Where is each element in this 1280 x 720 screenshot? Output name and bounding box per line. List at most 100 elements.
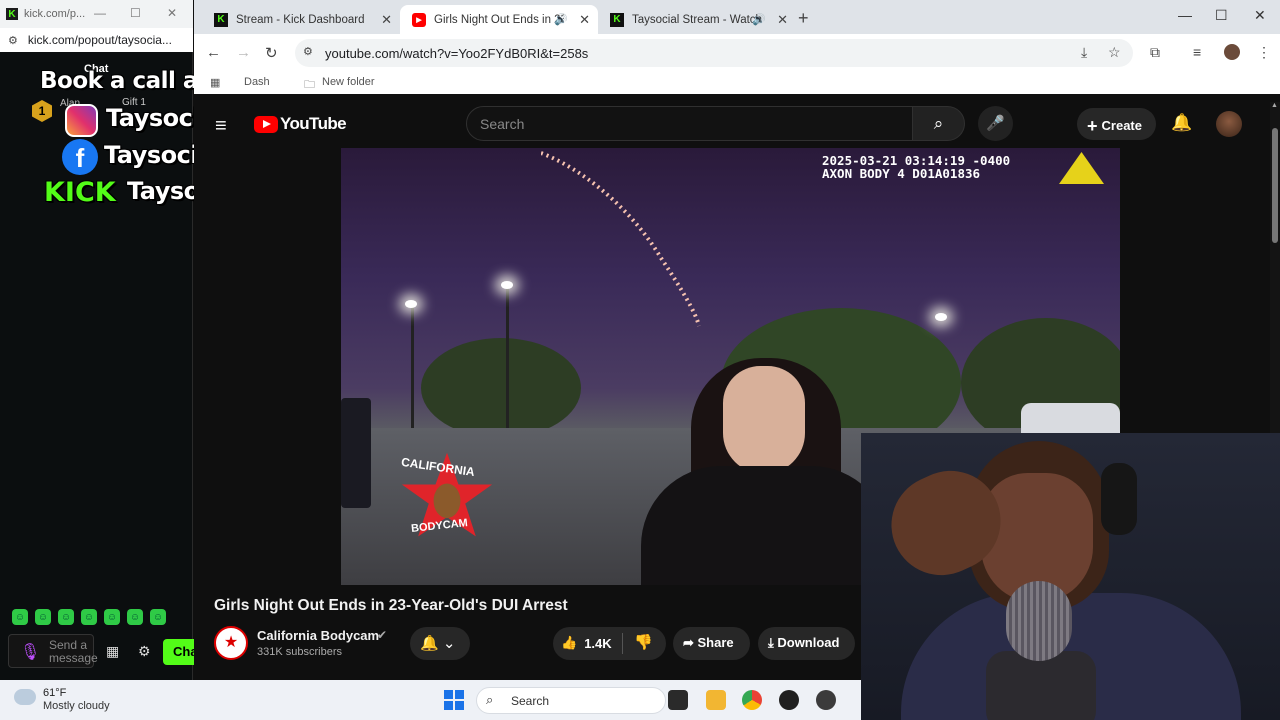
close-icon[interactable]: ✕ xyxy=(167,6,177,20)
folder-icon[interactable]: 🗀 xyxy=(304,76,315,95)
back-arrow-icon[interactable]: ← xyxy=(206,44,221,61)
youtube-logo[interactable]: YouTube xyxy=(254,114,347,134)
street-lamp xyxy=(935,313,947,321)
minimize-icon[interactable]: — xyxy=(94,6,106,20)
close-tab-icon[interactable]: ✕ xyxy=(579,12,590,28)
bodycam-device-id: AXON BODY 4 D01A01836 xyxy=(822,166,981,181)
create-button[interactable]: + Create xyxy=(1077,108,1156,140)
account-avatar[interactable] xyxy=(1216,111,1242,137)
drone-light-trail xyxy=(541,151,701,327)
headphones xyxy=(1101,463,1137,535)
light-pole xyxy=(411,306,414,436)
chevron-down-icon: ⌄ xyxy=(442,635,456,652)
profile-avatar[interactable] xyxy=(1224,44,1240,60)
bodycam-overlay: 2025-03-21 03:14:19 -0400 AXON BODY 4 D0… xyxy=(822,154,1010,180)
microphone xyxy=(1006,581,1072,661)
address-url: youtube.com/watch?v=Yoo2FYdB0RI&t=258s xyxy=(325,45,589,61)
bookmarks-bar: ▦ Dash 🗀 New folder xyxy=(194,72,1280,94)
microphone-icon[interactable]: 🎙 xyxy=(20,642,40,662)
close-icon[interactable]: ✕ xyxy=(1254,7,1266,24)
search-icon[interactable]: ⌕ xyxy=(913,106,965,141)
download-button[interactable]: ⤓ Download xyxy=(758,627,855,660)
like-count: 1.4K xyxy=(584,635,612,651)
gift-icon[interactable]: ▦ xyxy=(106,643,119,660)
bookmark-grid-icon[interactable]: ▦ xyxy=(210,76,220,89)
notifications-bell-icon[interactable]: 🔔 xyxy=(1171,113,1192,133)
voice-search-icon[interactable]: 🎤 xyxy=(978,106,1013,141)
minimize-icon[interactable]: — xyxy=(1178,7,1192,23)
obs-icon[interactable] xyxy=(779,690,799,710)
tab-youtube-video[interactable]: ▶ Girls Night Out Ends in 23- 🔊 ✕ xyxy=(400,5,598,34)
kick-favicon-icon: K xyxy=(6,8,18,20)
app-icon[interactable] xyxy=(816,690,836,710)
weather-conditions[interactable]: Mostly cloudy xyxy=(43,700,110,712)
tab-kick-stream[interactable]: K Taysocial Stream - Watch Li 🔊 ✕ xyxy=(598,5,796,34)
thumbs-up-icon: 👍 xyxy=(561,635,578,650)
youtube-play-icon xyxy=(254,115,278,133)
site-info-icon[interactable]: ⚙ xyxy=(303,45,313,58)
search-input[interactable]: Search xyxy=(466,106,913,141)
emote-icon[interactable]: ☺ xyxy=(35,609,51,625)
audio-playing-icon[interactable]: 🔊 xyxy=(554,13,568,26)
facebook-icon: f xyxy=(62,139,98,175)
task-view-icon[interactable] xyxy=(668,690,688,710)
emote-icon[interactable]: ☺ xyxy=(81,609,97,625)
notifications-subscribe-button[interactable]: 🔔 ⌄ xyxy=(410,627,470,660)
install-app-icon[interactable]: ⤓ xyxy=(1081,44,1087,61)
cast-icon[interactable]: ⧉ xyxy=(1150,44,1160,61)
maximize-icon[interactable]: ☐ xyxy=(1215,7,1228,24)
channel-avatar[interactable]: ★ xyxy=(214,626,248,660)
share-label: Share xyxy=(697,635,734,650)
site-settings-icon[interactable]: ⚙ xyxy=(8,34,18,47)
maximize-icon[interactable]: ☐ xyxy=(130,6,141,20)
emote-bar: ☺ ☺ ☺ ☺ ☺ ☺ ☺ xyxy=(12,609,166,625)
emote-icon[interactable]: ☺ xyxy=(150,609,166,625)
like-button[interactable]: 👍 1.4K xyxy=(561,635,612,651)
new-tab-button[interactable]: + xyxy=(798,8,809,29)
tab-kick-dashboard[interactable]: K Stream - Kick Dashboard ✕ xyxy=(202,5,400,34)
thumbs-down-icon[interactable]: 👎 xyxy=(634,633,653,651)
youtube-favicon-icon: ▶ xyxy=(412,12,426,27)
bookmark-star-icon[interactable]: ☆ xyxy=(1108,44,1121,61)
bell-icon: 🔔 xyxy=(420,635,439,652)
bookmark-new-folder[interactable]: New folder xyxy=(322,76,375,88)
taskbar-search[interactable]: Search xyxy=(476,687,666,714)
hamburger-menu-icon[interactable]: ≡ xyxy=(215,115,227,138)
create-label: Create xyxy=(1101,118,1142,133)
kick-popout-address-bar[interactable]: ⚙ kick.com/popout/taysocia... xyxy=(0,28,193,52)
bookmark-dash[interactable]: Dash xyxy=(244,76,270,88)
share-button[interactable]: ➦ Share xyxy=(673,627,750,660)
settings-gear-icon[interactable]: ⚙ xyxy=(138,643,151,660)
audio-playing-icon[interactable]: 🔊 xyxy=(752,13,766,26)
instagram-icon xyxy=(65,104,98,137)
windows-start-icon[interactable] xyxy=(444,690,464,710)
emote-icon[interactable]: ☺ xyxy=(104,609,120,625)
tab-title: Taysocial Stream - Watch Li xyxy=(632,13,762,26)
officer-arm xyxy=(341,398,371,508)
channel-name[interactable]: California Bodycam xyxy=(257,628,379,643)
light-pole xyxy=(506,288,509,438)
microphone-stand xyxy=(986,651,1096,720)
chrome-icon[interactable] xyxy=(742,690,762,710)
media-controls-icon[interactable]: ≡ xyxy=(1193,44,1201,60)
scroll-up-arrow-icon[interactable]: ▲ xyxy=(1271,102,1278,109)
emote-icon[interactable]: ☺ xyxy=(58,609,74,625)
forward-arrow-icon[interactable]: → xyxy=(236,44,251,61)
overlay-book-call: Book a call at xyxy=(40,68,209,94)
kick-popout-url-short: kick.com/p... xyxy=(24,8,86,20)
like-divider xyxy=(622,633,623,654)
reload-icon[interactable]: ↻ xyxy=(265,44,278,62)
menu-kebab-icon[interactable]: ⋮ xyxy=(1257,44,1271,61)
street-lamp xyxy=(405,300,417,308)
address-bar[interactable]: youtube.com/watch?v=Yoo2FYdB0RI&t=258s xyxy=(295,39,1133,67)
scrollbar-thumb[interactable] xyxy=(1272,128,1278,243)
youtube-wordmark: YouTube xyxy=(280,114,347,133)
close-tab-icon[interactable]: ✕ xyxy=(777,12,788,28)
kick-popout-titlebar: K kick.com/p... — ☐ ✕ xyxy=(0,0,193,28)
file-explorer-icon[interactable] xyxy=(706,690,726,710)
close-tab-icon[interactable]: ✕ xyxy=(381,12,392,28)
emote-icon[interactable]: ☺ xyxy=(12,609,28,625)
weather-temperature[interactable]: 61°F xyxy=(43,687,66,699)
emote-icon[interactable]: ☺ xyxy=(127,609,143,625)
weather-cloud-icon[interactable] xyxy=(14,689,36,705)
